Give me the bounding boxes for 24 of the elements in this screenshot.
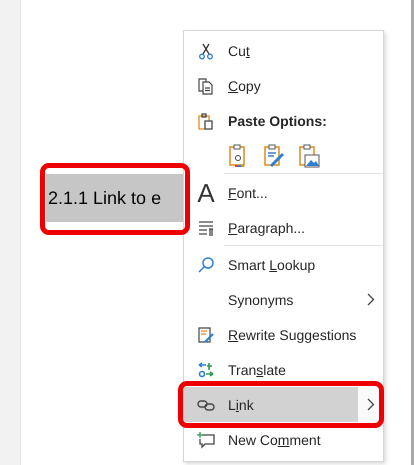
- menu-item[interactable]: Synonyms: [184, 282, 383, 317]
- copy-icon: [197, 76, 215, 94]
- paste-merge-format-icon[interactable]: [262, 142, 287, 168]
- translate-icon: [197, 360, 215, 378]
- menu-item[interactable]: Rewrite Suggestions: [184, 317, 383, 352]
- comment-icon: [197, 430, 215, 448]
- menu-item[interactable]: Translate: [184, 352, 383, 387]
- scissors-icon: [197, 42, 215, 60]
- section-header: Paste Options:: [184, 103, 383, 138]
- search-icon: [197, 256, 215, 274]
- heading-text: 2.1.1 Link to e: [46, 174, 184, 222]
- font-icon: A: [197, 180, 215, 206]
- menu-item[interactable]: Paragraph...: [184, 210, 383, 245]
- menu-item[interactable]: Smart Lookup: [184, 245, 383, 282]
- paragraph-icon: [197, 218, 215, 236]
- clipboard-icon: [197, 112, 215, 130]
- paste-picture-icon[interactable]: [297, 142, 322, 168]
- chevron-right-icon: [367, 293, 375, 306]
- chevron-right-icon: [367, 398, 375, 411]
- menu-item[interactable]: A Font...: [184, 173, 383, 210]
- menu-item[interactable]: New Comment: [184, 422, 383, 457]
- menu-item[interactable]: Cut: [184, 33, 383, 68]
- document-pen-icon: [197, 326, 215, 344]
- menu-item[interactable]: Copy: [184, 68, 383, 103]
